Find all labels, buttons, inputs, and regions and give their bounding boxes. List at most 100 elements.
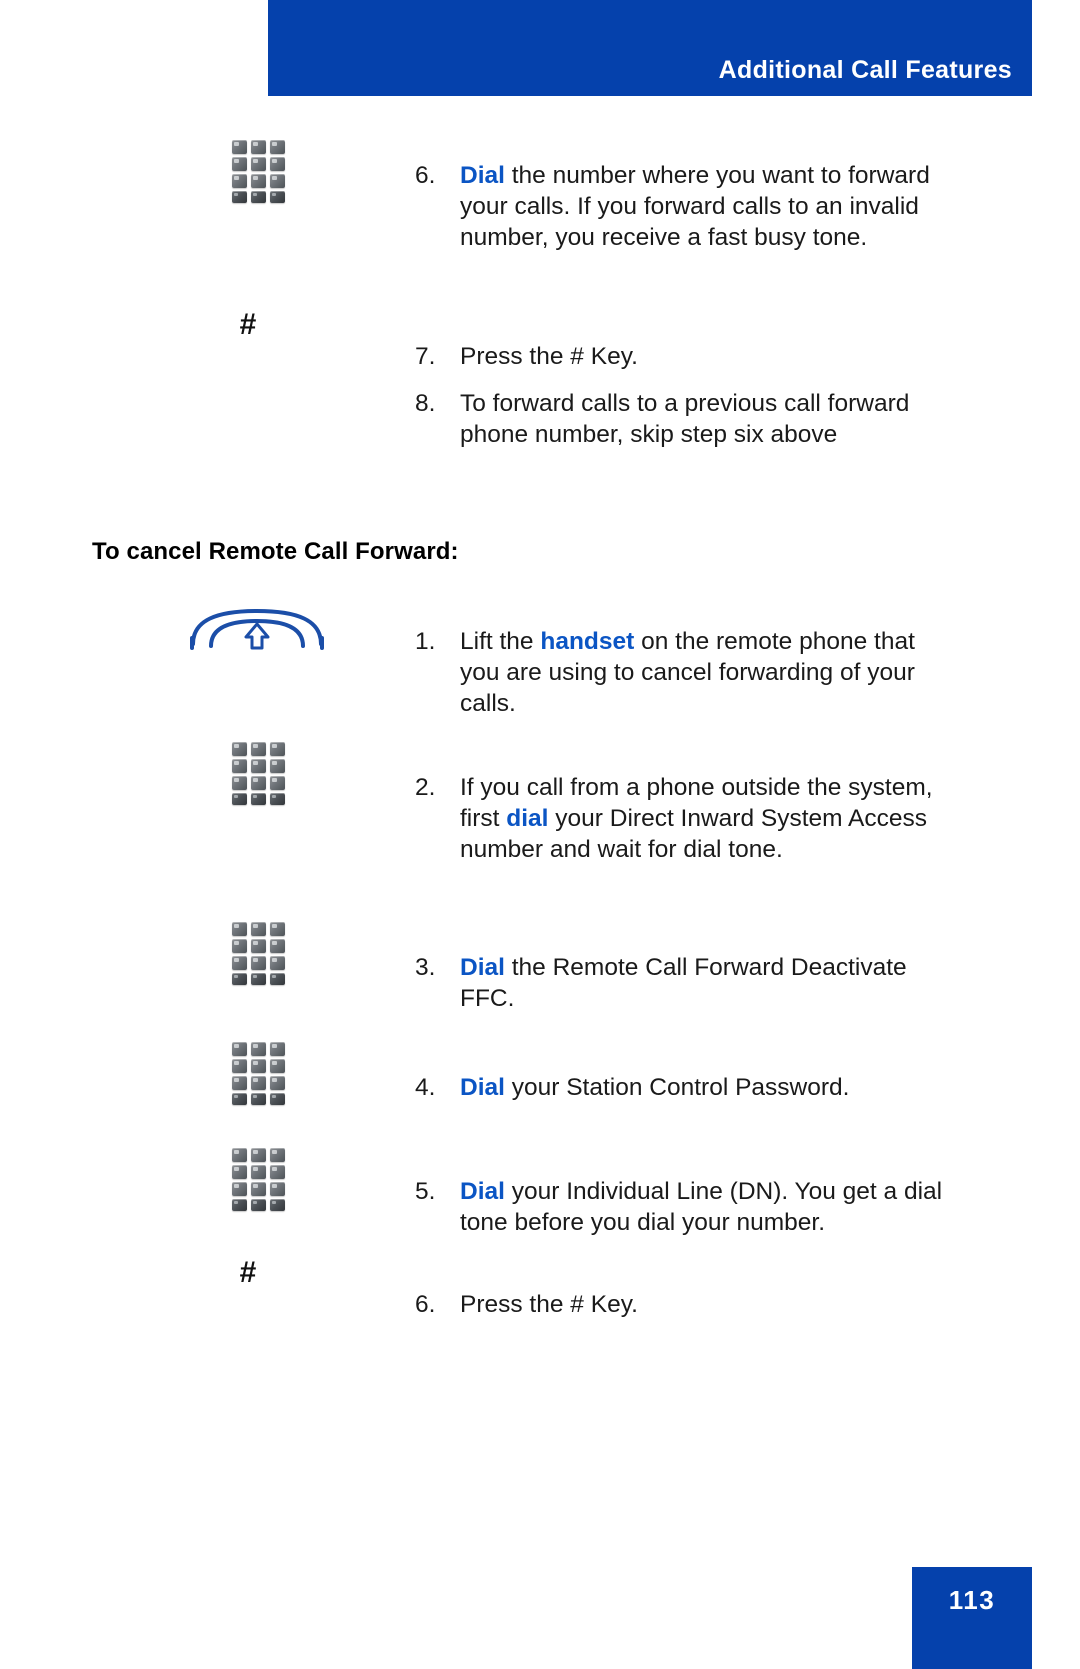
keypad-key [231, 191, 247, 203]
step-number: 6. [415, 1291, 436, 1318]
step-text: Dial your Individual Line (DN). You get … [460, 1176, 955, 1238]
page-title: Additional Call Features [718, 56, 1012, 84]
keypad-row [231, 1042, 289, 1059]
keypad-key [231, 1182, 247, 1196]
step-icon-cell [180, 1148, 340, 1216]
keypad-key [231, 742, 247, 756]
section-heading: To cancel Remote Call Forward: [92, 538, 459, 565]
keypad-icon [231, 922, 289, 990]
keypad-key [269, 939, 285, 953]
step-text-rest: the Remote Call Forward Deactivate FFC. [460, 954, 907, 1012]
keypad-key [250, 1165, 266, 1179]
keypad-row [231, 956, 289, 973]
step-text-cell: 2. If you call from a phone outside the … [415, 772, 955, 865]
keypad-key [231, 1093, 247, 1105]
step-text-cell: 6. Press the # Key. [415, 1289, 955, 1320]
hash-key-icon: # [239, 1256, 257, 1289]
step-text-rest: To forward calls to a previous call forw… [460, 390, 910, 448]
keypad-key [250, 1076, 266, 1090]
step-text-cell: 3. Dial the Remote Call Forward Deactiva… [415, 952, 955, 1014]
handset-icon [189, 608, 325, 650]
keypad-key [250, 956, 266, 970]
step-icon-cell [180, 742, 340, 810]
keypad-key [269, 174, 285, 188]
keypad-key [250, 1059, 266, 1073]
keypad-key [250, 140, 266, 154]
keypad-key [250, 1093, 266, 1105]
keypad-key [269, 1199, 285, 1211]
step-text-cell: 8. To forward calls to a previous call f… [415, 388, 955, 450]
keypad-icon [231, 742, 289, 810]
step-icon-cell [180, 140, 340, 208]
keypad-key [250, 973, 266, 985]
keypad-row [231, 939, 289, 956]
keypad-row [231, 1059, 289, 1076]
keypad-row [231, 157, 289, 174]
keypad-row [231, 1148, 289, 1165]
keypad-key [269, 1093, 285, 1105]
step-number: 1. [415, 628, 436, 655]
keypad-key [269, 973, 285, 985]
step-number: 5. [415, 1178, 436, 1205]
keypad-key [269, 140, 285, 154]
step-text: Press the # Key. [460, 1289, 955, 1320]
keypad-key [231, 1076, 247, 1090]
keypad-key [231, 157, 247, 171]
step-number: 4. [415, 1074, 436, 1101]
keypad-key [269, 1148, 285, 1162]
keypad-row [231, 1199, 289, 1216]
keypad-key [231, 1165, 247, 1179]
keypad-key [231, 793, 247, 805]
keypad-key [231, 776, 247, 790]
page-number: 113 [948, 1585, 996, 1615]
keypad-key [231, 922, 247, 936]
step-text: If you call from a phone outside the sys… [460, 772, 955, 865]
step-text-cell: 4. Dial your Station Control Password. [415, 1072, 955, 1103]
keypad-key [269, 1059, 285, 1073]
keypad-key [250, 922, 266, 936]
keypad-key [250, 793, 266, 805]
keypad-key [250, 1042, 266, 1056]
step-text: Dial the Remote Call Forward Deactivate … [460, 952, 955, 1014]
step-number: 2. [415, 774, 436, 801]
step-text-rest: Press the # Key. [460, 1291, 638, 1318]
keypad-key [250, 776, 266, 790]
accent-word: Dial [460, 954, 505, 981]
keypad-key [269, 1042, 285, 1056]
step-number: 6. [415, 162, 436, 189]
keypad-key [250, 1199, 266, 1211]
keypad-key [269, 1165, 285, 1179]
step-text: Dial your Station Control Password. [460, 1072, 955, 1103]
keypad-key [250, 174, 266, 188]
keypad-key [269, 956, 285, 970]
keypad-row [231, 922, 289, 939]
step-icon-cell: # [168, 1258, 328, 1288]
accent-word: handset [540, 628, 635, 655]
keypad-key [250, 759, 266, 773]
keypad-key [250, 1182, 266, 1196]
step-text-rest: Press the # Key. [460, 343, 638, 370]
keypad-key [231, 1148, 247, 1162]
keypad-row [231, 1076, 289, 1093]
keypad-key [231, 939, 247, 953]
keypad-row [231, 793, 289, 810]
keypad-key [231, 1059, 247, 1073]
keypad-key [250, 742, 266, 756]
step-icon-cell: # [168, 310, 328, 340]
keypad-key [269, 759, 285, 773]
accent-word: Dial [460, 162, 505, 189]
step-text-rest: your Individual Line (DN). You get a dia… [460, 1178, 943, 1236]
keypad-key [231, 1199, 247, 1211]
keypad-key [269, 191, 285, 203]
keypad-key [231, 140, 247, 154]
step-text: Press the # Key. [460, 341, 955, 372]
step-icon-cell [182, 608, 332, 655]
keypad-row [231, 742, 289, 759]
accent-word: Dial [460, 1178, 505, 1205]
keypad-key [250, 1148, 266, 1162]
keypad-row [231, 174, 289, 191]
step-text-cell: 1. Lift the handset on the remote phone … [415, 626, 955, 719]
step-number: 7. [415, 343, 436, 370]
keypad-key [231, 973, 247, 985]
step-text-rest: your Station Control Password. [504, 1074, 850, 1101]
